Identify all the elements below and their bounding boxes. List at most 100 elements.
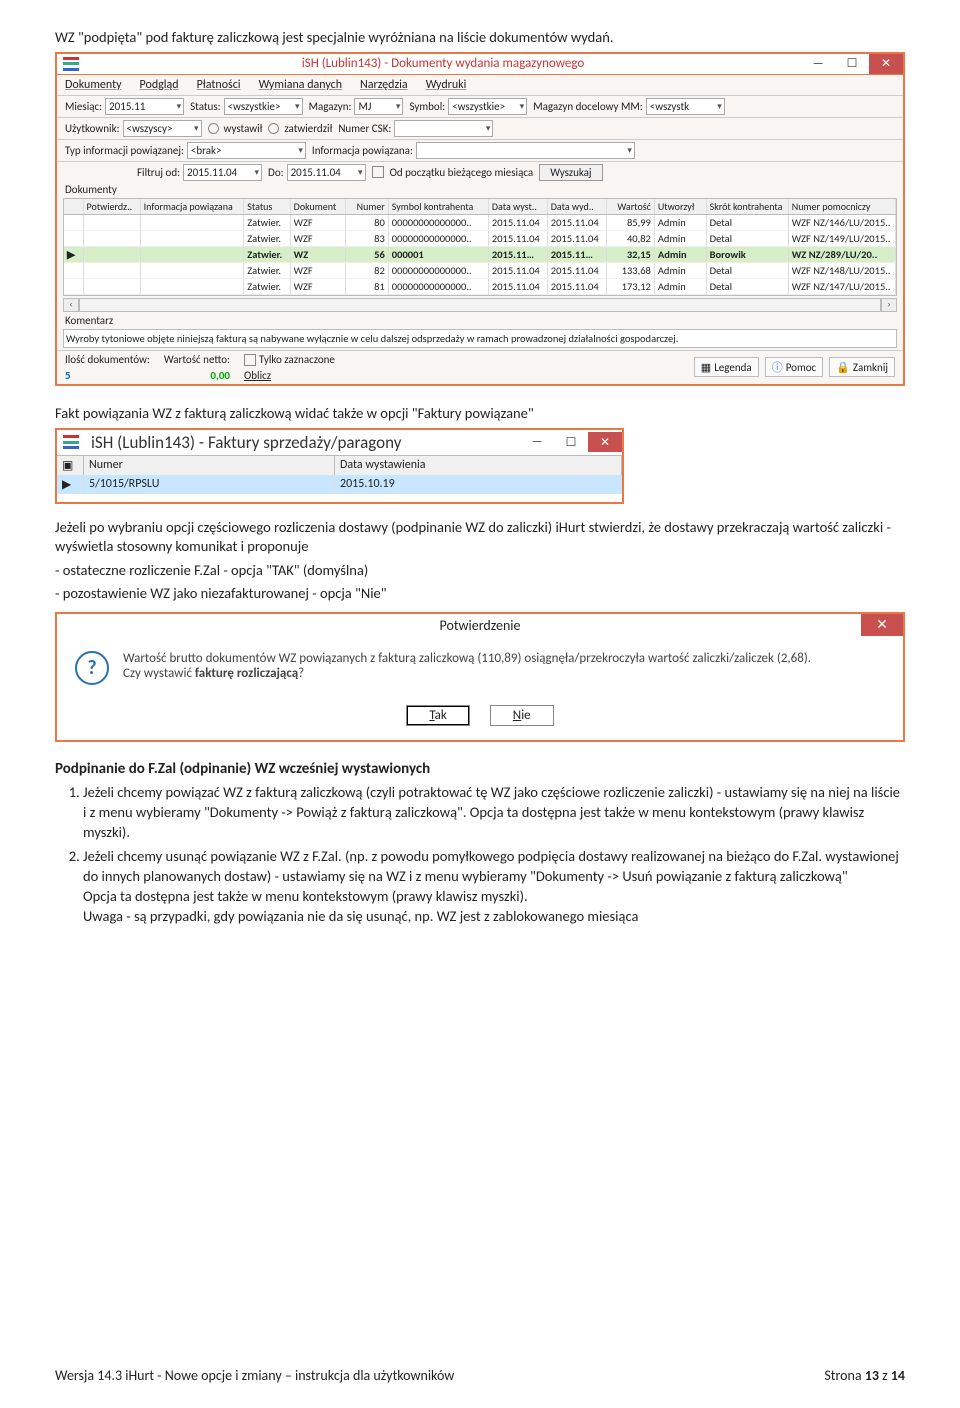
col-potwierdz[interactable]: Potwierdz.. xyxy=(84,199,141,214)
input-info-pow[interactable] xyxy=(416,142,635,159)
col-wartosc[interactable]: Wartość xyxy=(607,199,655,214)
value-wartosc-netto: 0,00 xyxy=(210,369,230,382)
label-filtruj-od: Filtruj od: xyxy=(137,166,180,179)
wyszukaj-button[interactable]: Wyszukaj xyxy=(539,164,602,181)
yes-button[interactable]: Tak xyxy=(406,705,469,726)
maximize-button[interactable]: ☐ xyxy=(835,54,869,74)
mini-grid-header: ▣ Numer Data wystawienia xyxy=(57,455,622,475)
footer-left: Wersja 14.3 iHurt - Nowe opcje i zmiany … xyxy=(55,1367,454,1384)
combo-magd[interactable]: <wszystk xyxy=(646,98,725,115)
page-footer: Wersja 14.3 iHurt - Nowe opcje i zmiany … xyxy=(55,1367,905,1384)
radio-zatwierdzil[interactable] xyxy=(268,123,279,134)
menu-wymiana[interactable]: Wymiana danych xyxy=(259,78,342,92)
footer-right: Strona 13 z 14 xyxy=(824,1367,905,1384)
combo-typ-info[interactable]: <brak> xyxy=(187,142,306,159)
col-data[interactable]: Data wystawienia xyxy=(335,456,622,475)
col-numer[interactable]: Numer xyxy=(84,456,335,475)
label-info-pow: Informacja powiązana: xyxy=(312,144,413,157)
menu-narzedzia[interactable]: Narzędzia xyxy=(360,78,408,92)
main-window: iSH (Lublin143) - Dokumenty wydania maga… xyxy=(55,52,905,386)
dialog-line-1: Wartość brutto dokumentów WZ powiązanych… xyxy=(123,651,811,666)
checkbox-od-poczatku[interactable] xyxy=(372,166,384,178)
list-item-2: Jeżeli chcemy usunąć powiązanie WZ z F.Z… xyxy=(83,846,905,926)
label-user: Użytkownik: xyxy=(65,122,120,135)
col-numerpom[interactable]: Numer pomocniczy xyxy=(789,199,896,214)
label-miesiac: Miesiąc: xyxy=(65,100,102,113)
menu-podglad[interactable]: Podgląd xyxy=(140,78,179,92)
col-info[interactable]: Informacja powiązana xyxy=(141,199,245,214)
col-status[interactable]: Status xyxy=(244,199,290,214)
list-item-1: Jeżeli chcemy powiązać WZ z fakturą zali… xyxy=(83,782,905,842)
menu-platnosci[interactable]: Płatności xyxy=(197,78,241,92)
pomoc-button[interactable]: ⓘPomoc xyxy=(765,357,824,377)
zamknij-button[interactable]: 🔒Zamknij xyxy=(829,357,895,377)
no-button[interactable]: Nie xyxy=(490,705,554,726)
table-row[interactable]: Zatwier.WZF8200000000000000..2015.11.042… xyxy=(64,263,896,279)
window-title: iSH (Lublin143) - Dokumenty wydania maga… xyxy=(85,56,801,71)
combo-status[interactable]: <wszystkie> xyxy=(224,98,303,115)
table-row[interactable]: Zatwier.WZF8000000000000000..2015.11.042… xyxy=(64,215,896,231)
grid-header: Potwierdz.. Informacja powiązana Status … xyxy=(64,199,896,215)
oblicz-link[interactable]: Oblicz xyxy=(244,369,271,382)
col-dokument[interactable]: Dokument xyxy=(291,199,346,214)
menubar: Dokumenty Podgląd Płatności Wymiana dany… xyxy=(57,75,903,95)
input-csk[interactable] xyxy=(394,120,493,137)
close-button[interactable]: ✕ xyxy=(588,432,622,452)
dokumenty-group-label: Dokumenty xyxy=(57,183,903,196)
label-magd: Magazyn docelowy MM: xyxy=(533,100,643,113)
komentarz-label: Komentarz xyxy=(57,314,903,327)
app-icon xyxy=(63,57,79,71)
h-scrollbar[interactable]: ‹› xyxy=(63,298,897,312)
combo-user[interactable]: <wszyscy> xyxy=(123,120,202,137)
scroll-right-icon[interactable]: › xyxy=(881,298,897,312)
legenda-button[interactable]: ▦Legenda xyxy=(694,357,759,377)
table-row[interactable]: Zatwier.WZF8100000000000000..2015.11.042… xyxy=(64,279,896,295)
cell-numer: 5/1015/RPSLU xyxy=(84,475,335,494)
scroll-left-icon[interactable]: ‹ xyxy=(63,298,79,312)
label-do: Do: xyxy=(268,166,284,179)
table-row[interactable]: ▶Zatwier.WZ560000012015.11…2015.11…32,15… xyxy=(64,247,896,263)
minimize-button[interactable]: — xyxy=(520,432,554,452)
help-icon: ⓘ xyxy=(772,359,783,375)
table-row[interactable]: Zatwier.WZF8300000000000000..2015.11.042… xyxy=(64,231,896,247)
col-datawyst[interactable]: Data wyst.. xyxy=(489,199,548,214)
dialog-close-button[interactable]: ✕ xyxy=(861,614,903,636)
menu-dokumenty[interactable]: Dokumenty xyxy=(65,78,122,92)
col-skrot[interactable]: Skrót kontrahenta xyxy=(707,199,789,214)
minimize-button[interactable]: — xyxy=(801,54,835,74)
faktury-window: iSH (Lublin143) - Faktury sprzedaży/para… xyxy=(55,428,624,504)
label-symbol: Symbol: xyxy=(409,100,445,113)
date-do[interactable]: 2015.11.04 xyxy=(287,164,366,181)
mini-grid-row[interactable]: ▶ 5/1015/RPSLU 2015.10.19 xyxy=(57,475,622,494)
menu-wydruki[interactable]: Wydruki xyxy=(426,78,467,92)
date-od[interactable]: 2015.11.04 xyxy=(183,164,262,181)
maximize-button[interactable]: ☐ xyxy=(554,432,588,452)
para-3c: - pozostawienie WZ jako niezafakturowane… xyxy=(55,584,905,604)
label-wartosc-netto: Wartość netto: xyxy=(164,353,230,366)
combo-miesiac[interactable]: 2015.11 xyxy=(105,98,184,115)
checkbox-tylko-zazn[interactable] xyxy=(244,354,256,366)
para-3: Jeżeli po wybraniu opcji częściowego roz… xyxy=(55,518,905,557)
col-symbol[interactable]: Symbol kontrahenta xyxy=(389,199,489,214)
col-marker xyxy=(64,199,84,214)
combo-symbol[interactable]: <wszystkie> xyxy=(448,98,527,115)
documents-grid[interactable]: Potwierdz.. Informacja powiązana Status … xyxy=(63,198,897,296)
col-datawyd[interactable]: Data wyd.. xyxy=(548,199,607,214)
label-od-poczatku: Od początku bieżącego miesiąca xyxy=(390,166,534,179)
para-2: Fakt powiązania WZ z fakturą zaliczkową … xyxy=(55,404,905,424)
toolbar-row-2: Użytkownik:<wszyscy> wystawił zatwierdzi… xyxy=(57,117,903,139)
cell-data: 2015.10.19 xyxy=(335,475,622,494)
close-button[interactable]: ✕ xyxy=(869,54,903,74)
dialog-title: Potwierdzenie xyxy=(440,617,521,634)
col-numer[interactable]: Numer xyxy=(346,199,389,214)
radio-wystawil[interactable] xyxy=(208,123,219,134)
label-typ-info: Typ informacji powiązanej: xyxy=(65,144,184,157)
intro-text: WZ "podpięta" pod fakturę zaliczkową jes… xyxy=(55,28,905,48)
col-marker: ▣ xyxy=(57,456,84,475)
app-icon xyxy=(63,435,79,449)
col-utworzyl[interactable]: Utworzył xyxy=(655,199,707,214)
combo-magazyn[interactable]: MJ xyxy=(354,98,403,115)
question-icon: ? xyxy=(75,651,109,685)
label-zatwierdzil: zatwierdził xyxy=(284,122,332,135)
book-icon: ▦ xyxy=(701,361,711,374)
